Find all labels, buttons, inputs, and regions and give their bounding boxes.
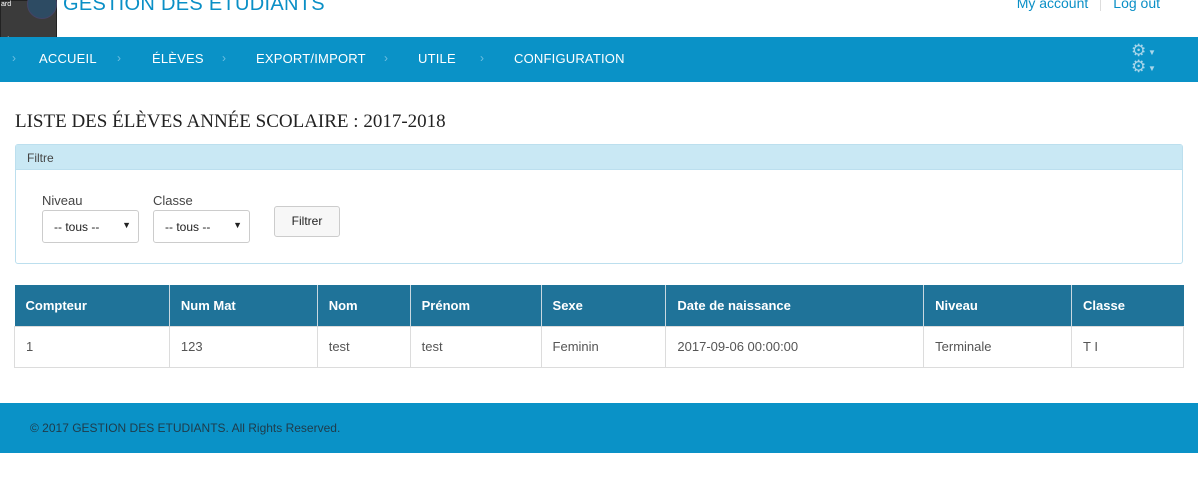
column-header[interactable]: Nom [317, 285, 411, 326]
page-title: LISTE DES ÉLÈVES ANNÉE SCOLAIRE : 2017-2… [15, 111, 446, 132]
students-table: Compteur Num Mat Nom Prénom Sexe Date de… [14, 285, 1184, 368]
account-links: My account Log out [1017, 0, 1160, 12]
classe-label: Classe [153, 193, 193, 208]
nav-separator-icon: › [117, 51, 121, 65]
dropdown-arrow-icon: ▼ [122, 220, 131, 230]
column-header[interactable]: Compteur [14, 285, 170, 326]
niveau-label: Niveau [42, 193, 83, 208]
page-footer: © 2017 GESTION DES ETUDIANTS. All Rights… [0, 403, 1198, 453]
link-divider [1100, 0, 1102, 12]
main-navbar: › ACCUEIL › ÉLÈVES › EXPORT/IMPORT › UTI… [0, 37, 1198, 82]
classe-select[interactable]: -- tous -- ▼ [153, 210, 250, 243]
classe-select-value: -- tous -- [165, 220, 211, 234]
niveau-select-value: -- tous -- [54, 220, 100, 234]
filter-panel: Filtre Niveau -- tous -- ▼ Classe -- tou… [15, 144, 1183, 264]
table-cell: 123 [168, 325, 318, 368]
nav-item-export-import[interactable]: EXPORT/IMPORT [256, 51, 366, 66]
nav-item-configuration[interactable]: CONFIGURATION [514, 51, 625, 66]
column-header[interactable]: Prénom [410, 285, 542, 326]
filter-panel-heading: Filtre [16, 145, 1182, 170]
gear-icon: ⚙ [1131, 57, 1147, 76]
filter-button[interactable]: Filtrer [274, 206, 340, 237]
table-cell: Terminale [923, 325, 1073, 368]
table-cell: 1 [14, 325, 170, 368]
app-title[interactable]: GESTION DES ETUDIANTS [63, 0, 325, 16]
chevron-down-icon: ▼ [1148, 64, 1156, 73]
nav-item-eleves[interactable]: ÉLÈVES [152, 51, 204, 66]
overlay-label-top: ard [1, 1, 12, 8]
settings-menu[interactable]: ⚙ ▼ ⚙ ▼ [1129, 42, 1159, 76]
nav-separator-icon: › [222, 51, 226, 65]
nav-item-accueil[interactable]: ACCUEIL [39, 51, 97, 66]
table-cell: Feminin [540, 325, 667, 368]
chevron-down-icon: ▼ [1148, 48, 1156, 57]
table-cell: test [316, 325, 411, 368]
column-header[interactable]: Num Mat [169, 285, 318, 326]
table-header-row: Compteur Num Mat Nom Prénom Sexe Date de… [14, 285, 1184, 326]
column-header[interactable]: Sexe [541, 285, 667, 326]
table-cell: test [409, 325, 542, 368]
table-row[interactable]: 1 123 test test Feminin 2017-09-06 00:00… [14, 325, 1184, 368]
log-out-link[interactable]: Log out [1113, 0, 1160, 11]
top-header: GESTION DES ETUDIANTS My account Log out [0, 0, 1198, 37]
column-header[interactable]: Date de naissance [665, 285, 925, 326]
footer-copyright: © 2017 GESTION DES ETUDIANTS. All Rights… [30, 421, 341, 435]
column-header[interactable]: Classe [1071, 285, 1184, 326]
niveau-select[interactable]: -- tous -- ▼ [42, 210, 139, 243]
nav-separator-icon: › [384, 51, 388, 65]
table-cell: T I [1071, 325, 1184, 368]
nav-separator-icon: › [480, 51, 484, 65]
my-account-link[interactable]: My account [1017, 0, 1089, 11]
overlay-avatar-icon [27, 0, 57, 19]
dropdown-arrow-icon: ▼ [233, 220, 242, 230]
nav-item-utile[interactable]: UTILE [418, 51, 456, 66]
table-cell: 2017-09-06 00:00:00 [665, 325, 925, 368]
nav-separator-icon: › [12, 51, 16, 65]
column-header[interactable]: Niveau [923, 285, 1073, 326]
